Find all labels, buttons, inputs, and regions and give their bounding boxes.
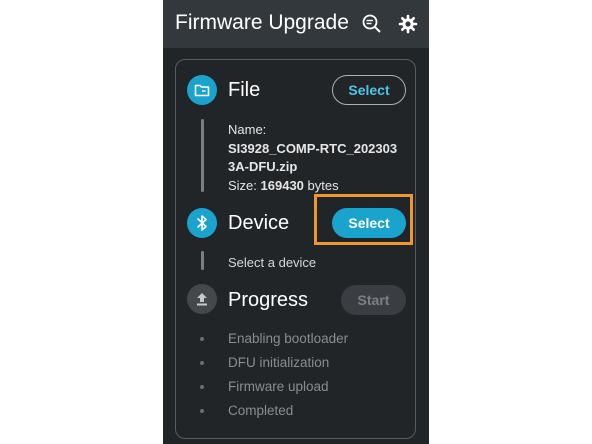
device-step-connector (201, 251, 204, 270)
file-step-connector (201, 119, 204, 192)
file-size-label: Size: (228, 178, 257, 193)
file-name-value-line2: 3A-DFU.zip (228, 159, 298, 174)
file-size-value: 169430 (260, 178, 304, 193)
progress-item-bullet (200, 361, 204, 365)
page-title: Firmware Upgrade (175, 11, 349, 34)
file-name-label: Name: (228, 122, 267, 137)
search-list-icon[interactable] (361, 13, 383, 35)
folder-icon (187, 75, 217, 105)
file-size-unit: bytes (307, 178, 339, 193)
bluetooth-icon (187, 208, 217, 238)
app-bar: Firmware Upgrade (163, 0, 429, 48)
progress-step-title: Progress (228, 289, 309, 311)
upgrade-steps-card: File Select Name: SI3928_COMP-RTC_202303… (175, 59, 416, 439)
file-name-value-line1: SI3928_COMP-RTC_202303 (228, 141, 398, 156)
progress-item-bullet (200, 409, 204, 413)
highlight-box (314, 194, 413, 245)
upload-icon (187, 284, 217, 314)
progress-item-bullet (200, 385, 204, 389)
device-step-title: Device (228, 212, 290, 234)
progress-item-bootloader: Enabling bootloader (228, 331, 349, 346)
progress-item-bullet (200, 337, 204, 341)
select-file-button[interactable]: Select (332, 75, 406, 105)
file-step-title: File (228, 79, 261, 101)
device-status: Select a device (228, 255, 317, 270)
progress-item-completed: Completed (228, 403, 294, 418)
file-size: Size: 169430 bytes (228, 178, 339, 193)
progress-item-firmware-upload: Firmware upload (228, 379, 329, 394)
start-button[interactable]: Start (341, 285, 406, 315)
gear-icon[interactable] (397, 13, 419, 35)
progress-item-dfu-init: DFU initialization (228, 355, 330, 370)
